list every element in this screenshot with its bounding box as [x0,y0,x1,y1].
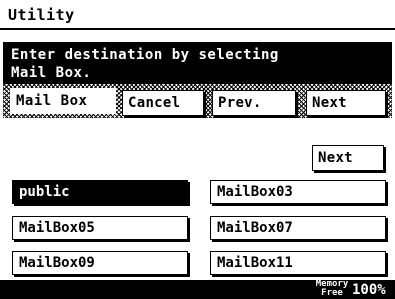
prev-button[interactable]: Prev. [212,90,296,116]
next-button[interactable]: Next [306,90,386,116]
next-page-button[interactable]: Next [312,145,384,171]
instruction-line-2: Mail Box. [11,65,92,81]
memory-free-value: 100% [352,282,386,298]
screen-title: Utility [8,6,75,24]
mailbox-button[interactable]: MailBox07 [210,216,386,240]
mailbox-button[interactable]: MailBox05 [12,216,188,240]
memory-label-line2: Free [321,288,343,298]
mailbox-button[interactable]: MailBox11 [210,251,386,275]
instruction-line-1: Enter destination by selecting [11,47,279,63]
mailbox-button[interactable]: MailBox09 [12,251,188,275]
instruction-message: Enter destination by selecting Mail Box. [3,42,392,84]
mailbox-button-public[interactable]: public [12,180,188,204]
tab-mail-box[interactable]: Mail Box [10,88,116,114]
cancel-button[interactable]: Cancel [122,90,204,116]
memory-free-label: Memory Free [310,280,354,298]
mailbox-button[interactable]: MailBox03 [210,180,386,204]
